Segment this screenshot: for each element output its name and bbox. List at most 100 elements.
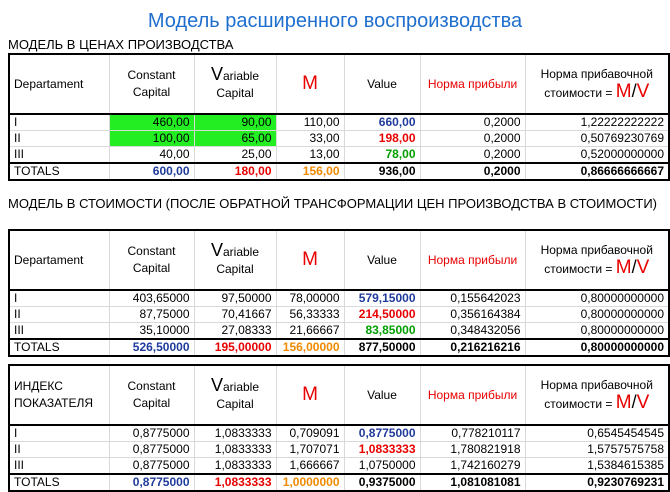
cell-surplus-rate: 0,86666666667	[524, 162, 669, 180]
cell-dept: II	[8, 306, 109, 323]
totals-row: TOTALS 600,00 180,00 156,00 936,00 0,200…	[8, 162, 669, 180]
cell-profit-rate: 0,348432056	[419, 322, 525, 339]
cell-m: 110,00	[275, 114, 344, 131]
cell-m: 78,00000	[275, 290, 344, 307]
header-m: M	[275, 54, 344, 115]
header-surplus-m: M	[615, 257, 632, 278]
cell-surplus-rate: 0,50769230769	[524, 130, 669, 147]
header-surplus-rate: Норма прибавочной стоимости = M/V	[524, 54, 669, 115]
table-header-row: ИНДЕКС ПОКАЗАТЕЛЯ Constant Capital Varia…	[8, 365, 669, 426]
cell-profit-rate: 1,081081081	[419, 473, 525, 491]
header-surplus-v: V	[636, 81, 650, 102]
table-row: I 403,65000 97,50000 78,00000 579,15000 …	[8, 290, 669, 307]
header-surplus-m: M	[615, 81, 632, 102]
table-prices-model: Departament Constant Capital Variable Ca…	[8, 53, 670, 181]
cell-dept: I	[8, 114, 109, 131]
header-profit-rate: Норма прибыли	[419, 365, 525, 426]
header-m-letter: M	[302, 72, 318, 94]
cell-surplus-rate: 1,5384615385	[524, 457, 669, 474]
table-row: II 0,8775000 1,0833333 1,707071 1,083333…	[8, 441, 669, 458]
header-surplus-m: M	[615, 392, 632, 413]
cell-profit-rate: 0,2000	[419, 130, 525, 147]
cell-m: 13,00	[275, 146, 344, 163]
header-variable-v: V	[210, 240, 223, 260]
header-variable-rest: ariable Capital	[216, 380, 260, 411]
cell-value: 936,00	[343, 162, 420, 180]
cell-profit-rate: 0,778210117	[419, 425, 525, 442]
table2-caption: МОДЕЛЬ В СТОИМОСТИ (ПОСЛЕ ОБРАТНОЙ ТРАНС…	[8, 196, 658, 211]
cell-dept: III	[8, 322, 109, 339]
table-row: I 0,8775000 1,0833333 0,709091 0,8775000…	[8, 425, 669, 442]
cell-profit-rate: 1,780821918	[419, 441, 525, 458]
cell-constant-capital: 0,8775000	[108, 425, 194, 442]
cell-variable-capital[interactable]: 90,00	[193, 114, 276, 131]
table-row: I 460,00 90,00 110,00 660,00 0,2000 1,22…	[8, 114, 669, 131]
header-profit-rate: Норма прибыли	[419, 230, 525, 291]
cell-constant-capital: 0,8775000	[108, 457, 194, 474]
cell-value: 1,0750000	[343, 457, 420, 474]
table-value-model: Departament Constant Capital Variable Ca…	[8, 229, 670, 357]
page-title: Модель расширенного воспроизводства	[147, 10, 523, 32]
cell-profit-rate: 0,155642023	[419, 290, 525, 307]
totals-row: TOTALS 526,50000 195,00000 156,00000 877…	[8, 338, 669, 356]
header-surplus-v: V	[636, 257, 650, 278]
cell-value: 214,50000	[343, 306, 420, 323]
cell-variable-capital: 25,00	[193, 146, 276, 163]
cell-constant-capital: 526,50000	[108, 338, 194, 356]
cell-variable-capital: 1,0833333	[193, 473, 276, 491]
cell-surplus-rate: 0,80000000000	[524, 306, 669, 323]
cell-value: 877,50000	[343, 338, 420, 356]
table1-caption: МОДЕЛЬ В ЦЕНАХ ПРОИЗВОДСТВА	[8, 37, 234, 52]
cell-variable-capital: 195,00000	[193, 338, 276, 356]
header-surplus-rate: Норма прибавочной стоимости = M/V	[524, 365, 669, 426]
header-variable-rest: ariable Capital	[216, 69, 260, 100]
cell-variable-capital: 1,0833333	[193, 441, 276, 458]
cell-profit-rate: 1,742160279	[419, 457, 525, 474]
header-value: Value	[343, 54, 420, 115]
header-m-letter: M	[302, 248, 318, 270]
cell-surplus-rate: 1,22222222222	[524, 114, 669, 131]
header-profit-rate: Норма прибыли	[419, 54, 525, 115]
cell-variable-capital[interactable]: 65,00	[193, 130, 276, 147]
cell-value: 83,85000	[343, 322, 420, 339]
cell-value: 78,00	[343, 146, 420, 163]
cell-variable-capital: 1,0833333	[193, 425, 276, 442]
cell-dept: TOTALS	[8, 473, 109, 491]
table-row: II 100,00 65,00 33,00 198,00 0,2000 0,50…	[8, 130, 669, 147]
header-variable-capital: Variable Capital	[193, 365, 276, 426]
table-row: III 40,00 25,00 13,00 78,00 0,2000 0,520…	[8, 146, 669, 163]
cell-profit-rate: 0,356164384	[419, 306, 525, 323]
header-m: M	[275, 365, 344, 426]
cell-value: 660,00	[343, 114, 420, 131]
cell-value: 579,15000	[343, 290, 420, 307]
cell-variable-capital: 70,41667	[193, 306, 276, 323]
cell-dept: II	[8, 441, 109, 458]
cell-m: 1,707071	[275, 441, 344, 458]
cell-constant-capital[interactable]: 460,00	[108, 114, 194, 131]
table-row: III 0,8775000 1,0833333 1,666667 1,07500…	[8, 457, 669, 474]
header-surplus-rate: Норма прибавочной стоимости = M/V	[524, 230, 669, 291]
cell-m: 56,33333	[275, 306, 344, 323]
cell-value: 1,0833333	[343, 441, 420, 458]
header-surplus-v: V	[636, 392, 650, 413]
cell-constant-capital: 40,00	[108, 146, 194, 163]
header-variable-capital: Variable Capital	[193, 54, 276, 115]
cell-constant-capital[interactable]: 100,00	[108, 130, 194, 147]
cell-profit-rate: 0,2000	[419, 146, 525, 163]
header-variable-rest: ariable Capital	[216, 245, 260, 276]
header-index-label: ИНДЕКС ПОКАЗАТЕЛЯ	[8, 365, 109, 426]
cell-surplus-rate: 0,80000000000	[524, 322, 669, 339]
cell-constant-capital: 35,10000	[108, 322, 194, 339]
cell-constant-capital: 0,8775000	[108, 473, 194, 491]
cell-value: 198,00	[343, 130, 420, 147]
cell-surplus-rate: 0,9230769231	[524, 473, 669, 491]
header-variable-v: V	[210, 64, 223, 84]
table-header-row: Departament Constant Capital Variable Ca…	[8, 230, 669, 291]
cell-surplus-rate: 1,5757575758	[524, 441, 669, 458]
cell-constant-capital: 403,65000	[108, 290, 194, 307]
cell-constant-capital: 600,00	[108, 162, 194, 180]
cell-surplus-rate: 0,80000000000	[524, 338, 669, 356]
cell-value: 0,9375000	[343, 473, 420, 491]
cell-profit-rate: 0,2000	[419, 162, 525, 180]
cell-m: 21,66667	[275, 322, 344, 339]
